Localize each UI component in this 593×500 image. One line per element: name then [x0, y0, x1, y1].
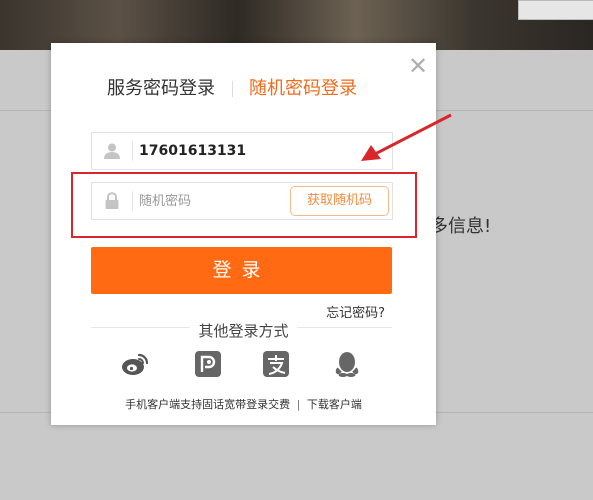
- alipay-icon[interactable]: [261, 349, 291, 379]
- login-dialog: ✕ 服务密码登录 随机密码登录 17601613131 获取随机码 登: [51, 43, 452, 425]
- qq-icon[interactable]: [332, 349, 362, 379]
- tab-random-password[interactable]: 随机密码登录: [249, 77, 357, 101]
- weibo-icon[interactable]: [120, 349, 150, 379]
- login-button[interactable]: 登录: [91, 247, 392, 294]
- forgot-password-link[interactable]: 忘记密码?: [326, 302, 385, 321]
- background-partial-text: 多信息!: [430, 216, 492, 237]
- footer-links: 手机客户端支持固话宽带登录交费 | 下载客户端: [51, 396, 436, 412]
- phone-value[interactable]: 17601613131: [139, 133, 246, 169]
- login-tabs: 服务密码登录 随机密码登录: [51, 77, 436, 101]
- footer-text: 手机客户端支持固话宽带登录交费: [125, 398, 291, 411]
- p-icon[interactable]: [193, 349, 223, 379]
- annotation-highlight-box: [71, 172, 417, 238]
- tab-divider: [232, 81, 233, 97]
- other-login-title: 其他登录方式: [51, 320, 436, 341]
- footer-separator: |: [296, 398, 301, 411]
- close-icon[interactable]: ✕: [408, 54, 428, 78]
- download-client-link[interactable]: 下载客户端: [307, 398, 362, 411]
- background-header-button: [518, 0, 593, 20]
- annotation-arrow-icon: [361, 113, 452, 161]
- user-icon: [92, 133, 132, 169]
- tab-service-password[interactable]: 服务密码登录: [107, 77, 215, 101]
- other-login-title-text: 其他登录方式: [190, 322, 297, 340]
- field-separator: [132, 141, 133, 161]
- phone-field[interactable]: 17601613131: [91, 132, 393, 170]
